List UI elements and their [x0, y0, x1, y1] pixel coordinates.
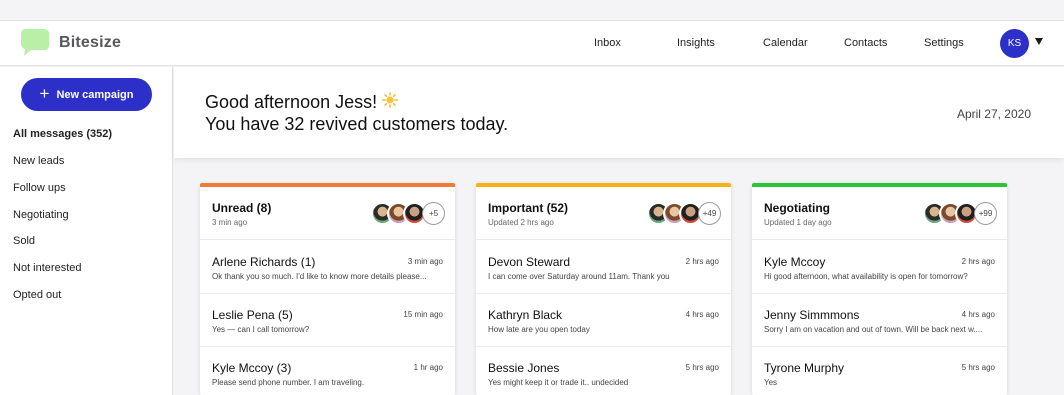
user-avatar[interactable]: KS — [1000, 29, 1029, 58]
contact-name: Arlene Richards (1) — [212, 255, 316, 269]
message-time: 2 hrs ago — [685, 257, 719, 266]
message-preview: Sorry I am on vacation and out of town. … — [764, 325, 983, 334]
contact-name: Leslie Pena (5) — [212, 308, 293, 322]
summary-line: You have 32 revived customers today. — [205, 114, 509, 134]
sidebar-item-opted-out[interactable]: Opted out — [13, 289, 61, 301]
nav-inbox[interactable]: Inbox — [594, 37, 621, 49]
contact-name: Kyle Mccoy — [764, 255, 826, 269]
message-preview: How late are you open today — [488, 325, 590, 334]
contact-name: Devon Steward — [488, 255, 571, 269]
column-negotiating: Negotiating Updated 1 day ago +99 Kyle M… — [752, 183, 1007, 395]
message-time: 1 hr ago — [413, 363, 443, 372]
contact-name: Bessie Jones — [488, 361, 560, 375]
message-preview: Ok thank you so much. I'd like to know m… — [212, 272, 427, 281]
more-contacts-badge[interactable]: +49 — [698, 202, 721, 225]
nav-contacts[interactable]: Contacts — [844, 37, 887, 49]
more-contacts-badge[interactable]: +5 — [422, 202, 445, 225]
message-preview: Hi good afternoon, what availability is … — [764, 272, 968, 281]
new-campaign-button[interactable]: + New campaign — [21, 78, 152, 111]
message-preview: Yes — [764, 378, 778, 387]
list-item[interactable]: Kyle Mccoy 2 hrs ago Hi good afternoon, … — [752, 241, 1007, 294]
contact-avatars: +5 — [371, 202, 445, 226]
list-item[interactable]: Bessie Jones 5 hrs ago Yes might keep it… — [476, 347, 731, 395]
contact-avatars: +99 — [923, 202, 997, 226]
list-item[interactable]: Kyle Mccoy (3) 1 hr ago Please send phon… — [200, 347, 455, 395]
nav-settings[interactable]: Settings — [924, 37, 964, 49]
more-contacts-badge[interactable]: +99 — [974, 202, 997, 225]
greeting-text: Good afternoon Jess! — [205, 92, 378, 112]
message-preview: Yes — can I call tomorrow? — [212, 325, 310, 334]
nav-insights[interactable]: Insights — [677, 37, 715, 49]
contact-name: Jenny Simmmons — [764, 308, 860, 322]
top-navbar: Bitesize Inbox Insights Calendar Contact… — [0, 20, 1064, 66]
brand-name[interactable]: Bitesize — [59, 34, 121, 52]
message-preview: Please send phone number. I am traveling… — [212, 378, 365, 387]
contact-avatars: +49 — [647, 202, 721, 226]
chevron-down-icon[interactable] — [1035, 38, 1043, 45]
message-time: 4 hrs ago — [685, 310, 719, 319]
list-item[interactable]: Arlene Richards (1) 3 min ago Ok thank y… — [200, 241, 455, 294]
message-time: 2 hrs ago — [961, 257, 995, 266]
contact-name: Tyrone Murphy — [764, 361, 845, 375]
current-date: April 27, 2020 — [956, 107, 1031, 121]
plus-icon: + — [39, 84, 50, 103]
column-title: Negotiating — [764, 201, 830, 215]
nav-calendar[interactable]: Calendar — [763, 37, 808, 49]
column-important: Important (52) Updated 2 hrs ago +49 Dev… — [476, 183, 731, 395]
column-subtitle: 3 min ago — [212, 218, 248, 227]
sidebar-item-not-interested[interactable]: Not interested — [13, 262, 81, 274]
list-item[interactable]: Tyrone Murphy 5 hrs ago Yes — [752, 347, 1007, 395]
list-item[interactable]: Leslie Pena (5) 15 min ago Yes — can I c… — [200, 294, 455, 347]
message-time: 5 hrs ago — [685, 363, 719, 372]
list-item[interactable]: Jenny Simmmons 4 hrs ago Sorry I am on v… — [752, 294, 1007, 347]
sidebar-item-all-messages[interactable]: All messages (352) — [13, 128, 112, 140]
column-header[interactable]: Negotiating Updated 1 day ago +99 — [752, 187, 1007, 240]
message-time: 3 min ago — [407, 257, 443, 266]
contact-name: Kathryn Black — [488, 308, 563, 322]
speech-bubble-icon[interactable] — [21, 29, 49, 56]
sidebar-item-follow-ups[interactable]: Follow ups — [13, 182, 66, 194]
message-preview: I can come over Saturday around 11am. Th… — [488, 272, 670, 281]
message-time: 15 min ago — [403, 310, 443, 319]
column-unread: Unread (8) 3 min ago +5 Arlene Richards … — [200, 183, 455, 395]
list-item[interactable]: Kathryn Black 4 hrs ago How late are you… — [476, 294, 731, 347]
column-subtitle: Updated 2 hrs ago — [488, 218, 554, 227]
column-subtitle: Updated 1 day ago — [764, 218, 832, 227]
greeting-line: Good afternoon Jess! — [205, 92, 399, 113]
column-header[interactable]: Important (52) Updated 2 hrs ago +49 — [476, 187, 731, 240]
contact-name: Kyle Mccoy (3) — [212, 361, 292, 375]
sidebar-item-negotiating[interactable]: Negotiating — [13, 209, 69, 221]
sidebar-item-new-leads[interactable]: New leads — [13, 155, 64, 167]
window-top-strip — [0, 0, 1064, 20]
column-title: Unread (8) — [212, 201, 272, 215]
sun-icon — [382, 92, 399, 109]
column-title: Important (52) — [488, 201, 569, 215]
list-item[interactable]: Devon Steward 2 hrs ago I can come over … — [476, 241, 731, 294]
message-time: 5 hrs ago — [961, 363, 995, 372]
column-header[interactable]: Unread (8) 3 min ago +5 — [200, 187, 455, 240]
new-campaign-label: New campaign — [56, 88, 134, 101]
sidebar: + New campaign All messages (352) New le… — [0, 67, 173, 395]
message-time: 4 hrs ago — [961, 310, 995, 319]
message-preview: Yes might keep it or trade it.. undecide… — [488, 378, 629, 387]
greeting-panel: Good afternoon Jess! You have 32 revived… — [174, 67, 1064, 158]
sidebar-item-sold[interactable]: Sold — [13, 235, 35, 247]
